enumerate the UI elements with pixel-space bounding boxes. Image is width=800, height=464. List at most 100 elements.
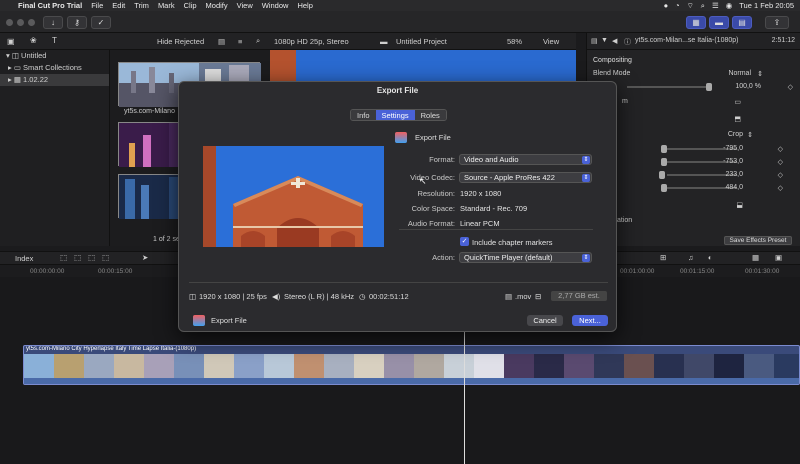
speaker-icon: ◀) xyxy=(272,292,281,301)
timeline-clip[interactable]: yt5s.com-Milano City Hyperlapse Italy Ti… xyxy=(23,345,800,385)
distort-onscreen-icon[interactable]: ⬓ xyxy=(736,201,743,209)
timeline-toggle-icon[interactable]: ▬ xyxy=(709,16,729,29)
tab-settings[interactable]: Settings xyxy=(375,110,415,120)
import-icon[interactable]: ↓ xyxy=(43,16,63,29)
browser-search-icon[interactable]: ⌕ xyxy=(256,36,260,46)
zoom-popup[interactable]: 58% xyxy=(507,37,522,46)
background-tasks-icon[interactable]: ✓ xyxy=(91,16,111,29)
info-icon[interactable]: ⓘ xyxy=(624,37,631,47)
audio-waveform xyxy=(24,378,799,384)
titles-icon[interactable]: T xyxy=(52,36,57,45)
menu-app-name[interactable]: Final Cut Pro Trial xyxy=(18,1,82,10)
opacity-slider[interactable] xyxy=(627,83,712,91)
opacity-knob[interactable] xyxy=(706,83,712,91)
audio-inspector-icon[interactable]: ◀ xyxy=(612,37,617,45)
menubar-clock[interactable]: Tue 1 Feb 20:05 xyxy=(739,1,794,10)
blend-mode-popup[interactable]: Normal xyxy=(728,70,751,77)
record-icon[interactable]: ● xyxy=(664,1,669,10)
clip-appearance-icon[interactable]: ≡ xyxy=(238,37,242,46)
wifi-icon[interactable]: ⌔ xyxy=(687,1,694,11)
keyframe-icon[interactable]: ◇ xyxy=(778,184,783,192)
dialog-divider xyxy=(399,229,593,230)
select-tool-icon[interactable]: ➤ xyxy=(142,253,148,262)
effects-browser-icon[interactable]: ▣ xyxy=(775,253,782,262)
slider-knob[interactable] xyxy=(661,184,667,192)
tab-info[interactable]: Info xyxy=(351,110,376,120)
insert-clip-icon[interactable]: ⬚ xyxy=(74,253,81,262)
filmstrip-icon[interactable]: ▤ xyxy=(218,37,225,46)
menu-window[interactable]: Window xyxy=(262,1,289,10)
menu-edit[interactable]: Edit xyxy=(112,1,125,10)
timeline-index-button[interactable]: Index xyxy=(15,254,33,263)
save-effects-preset-button[interactable]: Save Effects Preset xyxy=(724,236,792,245)
action-popup[interactable]: QuickTime Player (default) ⇕ xyxy=(459,252,592,263)
format-info: 1080p HD 25p, Stereo xyxy=(274,37,349,46)
libraries-icon[interactable]: ▣ xyxy=(7,37,15,46)
headphones-icon[interactable]: ♫ xyxy=(688,253,694,262)
close-window-button[interactable] xyxy=(6,19,13,26)
audio-format-value: Linear PCM xyxy=(460,219,500,228)
slider-knob[interactable] xyxy=(659,171,665,179)
keyframe-icon[interactable]: ◇ xyxy=(778,145,783,153)
siri-icon[interactable]: ◉ xyxy=(726,1,733,10)
search-icon[interactable]: ⌕ xyxy=(701,1,705,11)
video-inspector-icon[interactable]: ▤ xyxy=(591,37,598,45)
cancel-button[interactable]: Cancel xyxy=(527,315,563,326)
format-popup[interactable]: Video and Audio ⇕ xyxy=(459,154,592,165)
clip-appearance-icon[interactable]: ▦ xyxy=(752,253,759,262)
opacity-value[interactable]: 100,0 % xyxy=(735,83,761,90)
solo-icon[interactable]: ◐ xyxy=(708,253,713,262)
transform-row-2: ⬒ xyxy=(587,113,800,125)
connect-clip-icon[interactable]: ⬚ xyxy=(102,253,109,262)
share-icon[interactable]: ⇪ xyxy=(765,16,789,29)
clip-filmstrip xyxy=(24,354,799,378)
compositing-section[interactable]: Compositing xyxy=(587,55,800,67)
menu-help[interactable]: Help xyxy=(297,1,312,10)
photos-icon[interactable]: ❀ xyxy=(30,36,37,45)
control-center-icon[interactable]: ☰ xyxy=(712,1,719,10)
keyword-icon[interactable]: ⚷ xyxy=(67,16,87,29)
stabilization-row: ation xyxy=(617,217,633,224)
minimize-window-button[interactable] xyxy=(17,19,24,26)
library-item-event[interactable]: ▸ ▦ 1.02.22 xyxy=(0,74,109,86)
slider-knob[interactable] xyxy=(661,145,667,153)
view-popup[interactable]: View xyxy=(543,37,559,46)
library-item-smart-collections[interactable]: ▸ ▭ Smart Collections xyxy=(0,62,109,74)
next-button[interactable]: Next... xyxy=(572,315,608,326)
append-clip-icon[interactable]: ⬚ xyxy=(60,253,67,262)
menu-file[interactable]: File xyxy=(91,1,103,10)
filter-icon[interactable]: ▼ xyxy=(601,37,608,44)
menu-trim[interactable]: Trim xyxy=(134,1,149,10)
menu-clip[interactable]: Clip xyxy=(184,1,197,10)
menu-mark[interactable]: Mark xyxy=(158,1,175,10)
transform-onscreen-icon[interactable]: ▭ xyxy=(734,98,741,106)
tab-roles[interactable]: Roles xyxy=(414,110,446,120)
chapter-markers-checkbox[interactable]: ✓ xyxy=(460,237,469,246)
keyframe-icon[interactable]: ◇ xyxy=(778,158,783,166)
menu-view[interactable]: View xyxy=(237,1,253,10)
inspector: ▤ ▼ ◀ ⓘ yt5s.com-Milan...se Italia-(1080… xyxy=(586,33,800,246)
filter-popup[interactable]: Hide Rejected xyxy=(157,37,204,46)
browser-toggle-icon[interactable]: ▦ xyxy=(686,16,706,29)
app-toolbar: ↓ ⚷ ✓ ▦ ▬ ▤ ⇪ xyxy=(0,11,800,33)
colorspace-label: Color Space: xyxy=(411,204,455,213)
crop-type-popup[interactable]: Crop xyxy=(728,131,743,138)
summary-extension: .mov xyxy=(515,292,532,301)
crop-onscreen-icon[interactable]: ⬒ xyxy=(734,115,741,123)
inspector-toggle-icon[interactable]: ▤ xyxy=(732,16,752,29)
zoom-window-button[interactable] xyxy=(28,19,35,26)
inspector-timecode: 2:51:12 xyxy=(771,37,795,44)
dialog-tabs: Info Settings Roles xyxy=(350,109,447,121)
selection-count: 1 of 2 se xyxy=(153,236,180,243)
export-summary: ◫ 1920 x 1080 | 25 fps ◀) Stereo (L R) |… xyxy=(189,291,608,304)
keyframe-icon[interactable]: ◇ xyxy=(788,83,793,91)
slider-knob[interactable] xyxy=(661,158,667,166)
library-item-untitled[interactable]: ▾ ◫ Untitled xyxy=(0,50,109,62)
codec-popup[interactable]: Source - Apple ProRes 422 ⇕ xyxy=(459,172,592,183)
keyframe-icon[interactable]: ◇ xyxy=(778,171,783,179)
overwrite-clip-icon[interactable]: ⬚ xyxy=(88,253,95,262)
clip-skimming-icon[interactable]: ⊞ xyxy=(660,253,666,262)
export-file-bottom-icon xyxy=(193,315,205,326)
stats-icon[interactable]: ◔ xyxy=(675,1,680,10)
menu-modify[interactable]: Modify xyxy=(206,1,228,10)
